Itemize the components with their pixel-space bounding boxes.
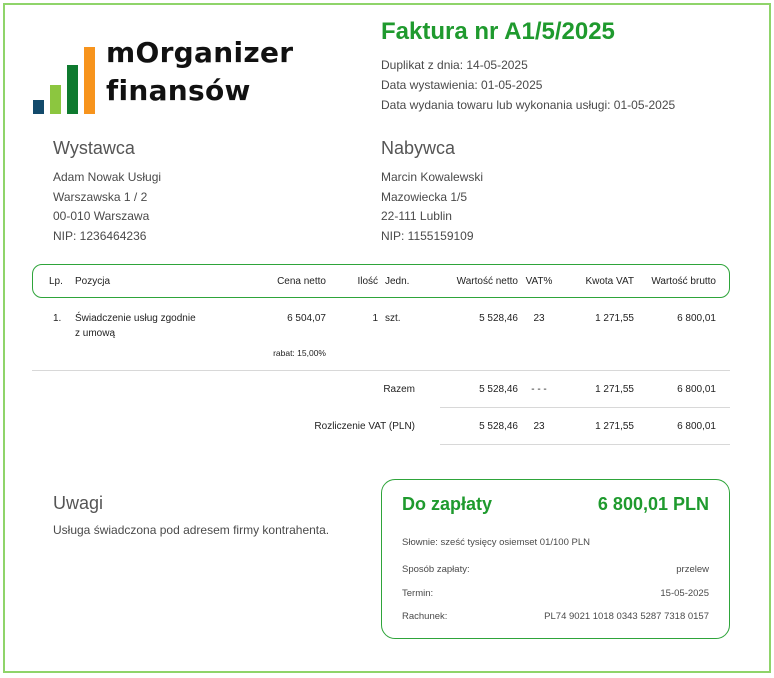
logo-bar-2 (50, 85, 61, 114)
invoice-title: Faktura nr A1/5/2025 (381, 18, 615, 45)
total-divider (440, 407, 730, 408)
payment-method-value: przelew (676, 564, 709, 575)
col-item: Pozycja (75, 276, 111, 287)
seller-city: 00-010 Warszawa (53, 209, 150, 223)
col-vat-rate: VAT% (525, 276, 553, 287)
row-divider (32, 370, 730, 371)
vat-summary-vat-amount: 1 271,55 (595, 421, 634, 432)
notes-heading: Uwagi (53, 493, 104, 513)
seller-street: Warszawska 1 / 2 (53, 189, 148, 204)
total-label: Razem (383, 384, 415, 395)
payment-box: Do zapłaty 6 800,01 PLN Słownie: sześć t… (381, 479, 730, 639)
company-logo: mOrganizer finansów (33, 34, 303, 114)
notes-text: Usługa świadczona pod adresem firmy kont… (53, 523, 330, 537)
due-date-value: 15-05-2025 (660, 588, 709, 599)
due-date-label: Termin: (402, 588, 434, 599)
duplicate-date: Duplikat z dnia: 14-05-2025 (381, 58, 528, 72)
payment-method-label: Sposób zapłaty: (402, 564, 470, 575)
col-gross-value: Wartość brutto (651, 276, 716, 287)
vat-summary-vat-rate: 23 (533, 421, 545, 432)
seller-block: Wystawca Adam Nowak Usługi Warszawska 1 … (53, 138, 161, 246)
logo-line-2: finansów (106, 74, 251, 107)
col-lp: Lp. (49, 276, 63, 287)
account-number: PL74 9021 1018 0343 5287 7318 0157 (544, 611, 709, 622)
logo-bar-3 (67, 65, 78, 114)
row-item-line-1: Świadczenie usług zgodnie (75, 313, 196, 324)
seller-nip: NIP: 1236464236 (53, 228, 147, 243)
row-vat-amount: 1 271,55 (595, 313, 634, 324)
logo-line-1: mOrganizer (106, 36, 294, 69)
buyer-city: 22-111 Lublin (381, 209, 452, 223)
logo-bar-1 (33, 100, 44, 114)
row-item-line-2: z umową (75, 328, 116, 339)
vat-summary-divider (440, 444, 730, 445)
payment-amount: 6 800,01 PLN (597, 494, 709, 514)
buyer-nip: NIP: 1155159109 (381, 228, 474, 243)
logo-text: mOrganizer finansów (106, 34, 293, 110)
buyer-block: Nabywca Marcin Kowalewski Mazowiecka 1/5… (381, 138, 483, 246)
invoice-meta: Duplikat z dnia: 14-05-2025 Data wystawi… (381, 55, 675, 115)
row-qty: 1 (372, 313, 378, 324)
delivery-date: Data wydania towaru lub wykonania usługi… (381, 98, 676, 112)
row-net-value: 5 528,46 (479, 313, 518, 324)
col-qty: Ilość (357, 276, 378, 287)
total-gross-value: 6 800,01 (677, 384, 716, 395)
buyer-street: Mazowiecka 1/5 (381, 189, 468, 204)
buyer-heading: Nabywca (381, 138, 456, 158)
seller-name: Adam Nowak Usługi (53, 170, 162, 184)
row-lp: 1. (53, 313, 62, 324)
col-unit: Jedn. (385, 276, 410, 287)
row-discount: rabat: 15,00% (273, 348, 326, 358)
total-vat-amount: 1 271,55 (595, 384, 634, 395)
logo-bar-4 (84, 47, 95, 114)
vat-summary-gross-value: 6 800,01 (677, 421, 716, 432)
seller-heading: Wystawca (53, 138, 135, 158)
col-vat-amount: Kwota VAT (585, 276, 634, 287)
issue-date: Data wystawienia: 01-05-2025 (381, 78, 543, 92)
payment-label: Do zapłaty (402, 494, 493, 514)
total-net-value: 5 528,46 (479, 384, 518, 395)
row-vat-rate: 23 (533, 313, 545, 324)
amount-in-words: Słownie: sześć tysięcy osiemset 01/100 P… (402, 537, 590, 548)
vat-summary-net-value: 5 528,46 (479, 421, 518, 432)
row-net-price: 6 504,07 (287, 313, 326, 324)
row-gross-value: 6 800,01 (677, 313, 716, 324)
row-unit: szt. (385, 313, 401, 324)
account-label: Rachunek: (402, 611, 448, 622)
col-net-value: Wartość netto (456, 276, 518, 287)
buyer-name: Marcin Kowalewski (381, 170, 484, 184)
total-vat-rate: - - - (531, 384, 547, 395)
vat-summary-label: Rozliczenie VAT (PLN) (314, 421, 415, 432)
col-net-price: Cena netto (277, 276, 326, 287)
